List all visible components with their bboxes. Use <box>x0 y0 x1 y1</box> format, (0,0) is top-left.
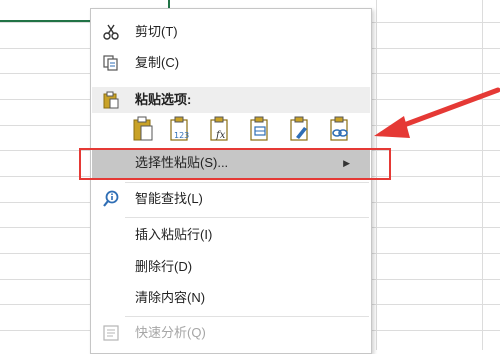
clipboard-icon <box>103 91 119 109</box>
smart-lookup-label: 智能查找(L) <box>135 191 203 206</box>
delete-row-label: 删除行(D) <box>135 259 193 274</box>
menu-separator <box>125 217 369 218</box>
insert-paste-row-label: 插入粘贴行(I) <box>135 227 213 242</box>
clear-contents-menu-item[interactable]: 清除内容(N) <box>92 283 370 313</box>
smart-lookup-icon <box>103 190 119 207</box>
copy-menu-item[interactable]: 复制(C) <box>92 48 370 78</box>
svg-text:123: 123 <box>174 131 189 140</box>
quick-analysis-menu-item[interactable]: 快速分析(Q) <box>92 318 370 348</box>
insert-paste-row-menu-item[interactable]: 插入粘贴行(I) <box>92 220 370 250</box>
cut-menu-item[interactable]: 剪切(T) <box>92 17 370 47</box>
copy-icon <box>103 55 118 71</box>
quick-analysis-icon <box>103 325 119 341</box>
copy-label: 复制(C) <box>135 55 180 70</box>
paste-formulas-icon[interactable]: fx <box>208 115 232 143</box>
grid-column-line <box>482 0 483 350</box>
svg-text:fx: fx <box>215 130 226 141</box>
paste-options-label: 粘贴选项: <box>135 92 192 107</box>
paste-options-heading: 粘贴选项: <box>92 85 370 115</box>
menu-separator <box>125 182 369 183</box>
annotation-highlight-box <box>79 148 391 180</box>
paste-transpose-icon[interactable] <box>248 115 272 143</box>
context-menu: 剪切(T) 复制(C) 粘贴选项: 123 fx 选择性粘贴(S)... ▶ 智… <box>90 8 372 354</box>
quick-analysis-label: 快速分析(Q) <box>135 325 206 340</box>
smart-lookup-menu-item[interactable]: 智能查找(L) <box>92 184 370 214</box>
delete-row-menu-item[interactable]: 删除行(D) <box>92 252 370 282</box>
paste-icon[interactable] <box>131 115 155 143</box>
menu-separator <box>125 316 369 317</box>
paste-formatting-icon[interactable] <box>288 115 312 143</box>
annotation-arrow-icon <box>374 87 500 138</box>
cut-label: 剪切(T) <box>135 24 178 39</box>
clear-contents-label: 清除内容(N) <box>135 290 206 305</box>
paste-values-icon[interactable]: 123 <box>168 115 192 143</box>
paste-link-icon[interactable] <box>328 115 352 143</box>
scissors-icon <box>103 24 119 40</box>
